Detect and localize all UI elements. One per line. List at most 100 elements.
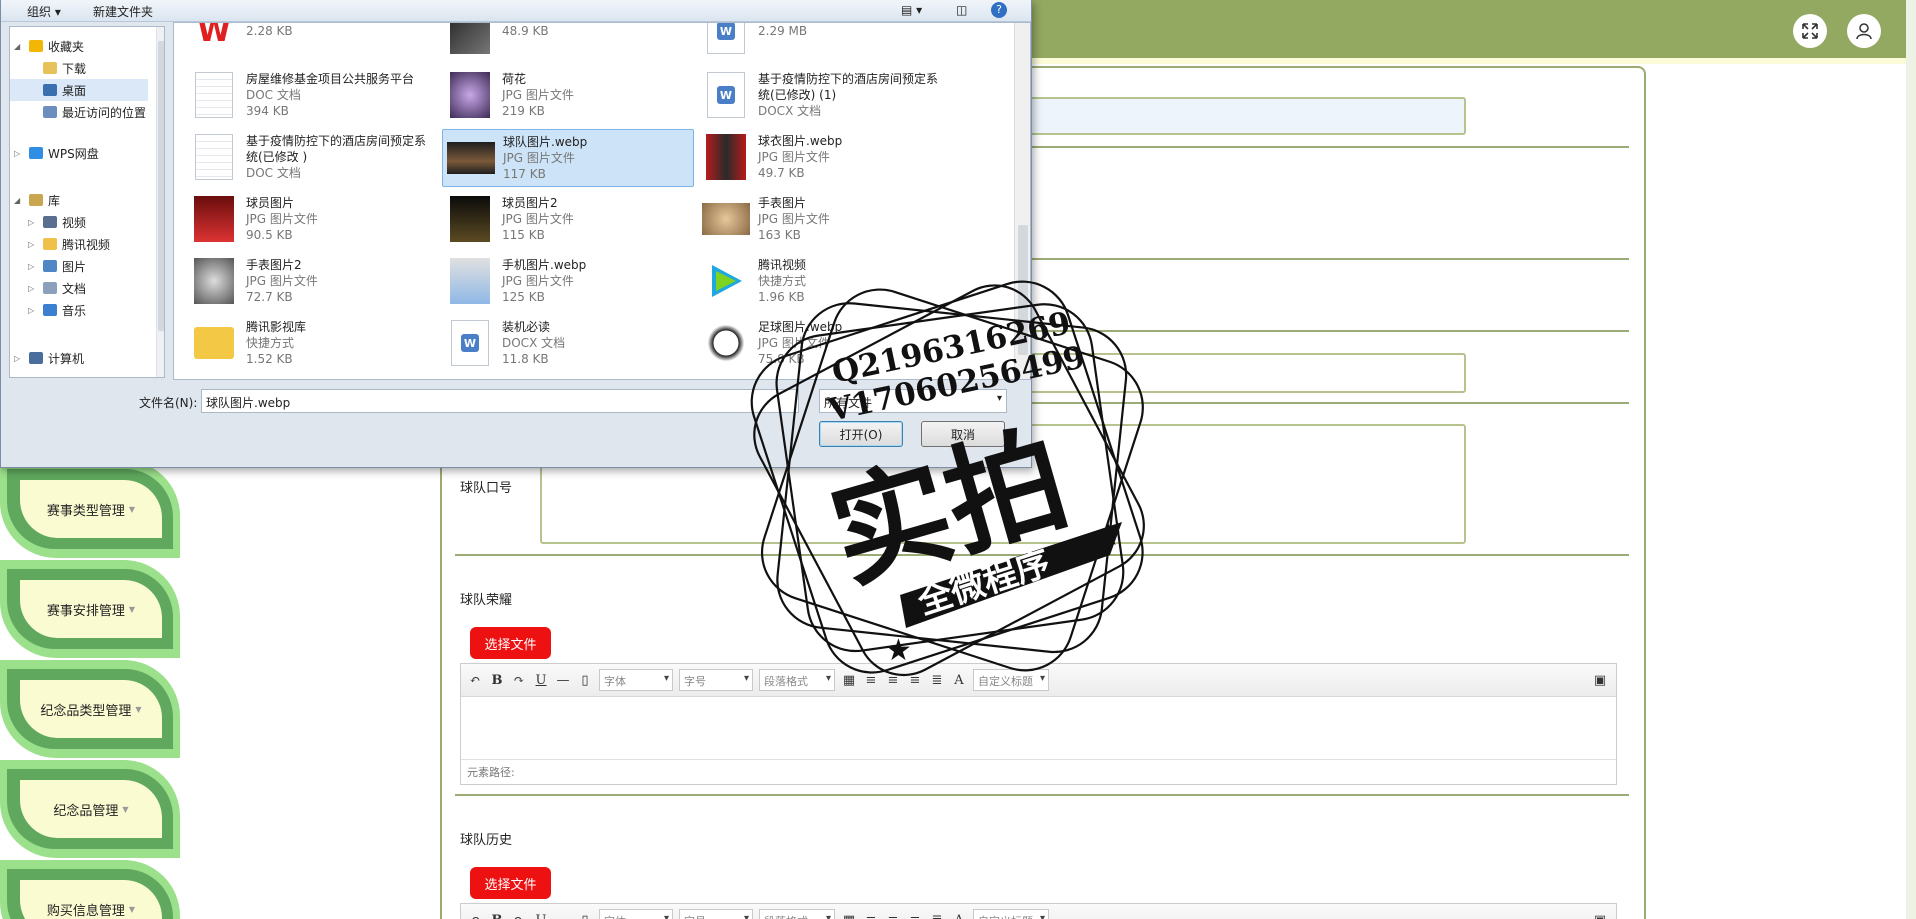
computer-icon [29, 352, 43, 364]
nav-item[interactable]: ▷ 视频 [10, 211, 86, 233]
file-size: 49.7 KB [758, 166, 805, 180]
file-name: 房屋维修基金项目公共服务平台 [246, 72, 415, 86]
undo-icon[interactable]: ↶ [467, 913, 483, 919]
expand-arrow-icon[interactable]: ◢ [14, 42, 24, 51]
font-select[interactable]: 字体 [599, 909, 673, 919]
underline-icon[interactable]: U [533, 913, 549, 919]
file-item[interactable]: 基于疫情防控下的酒店房间预定系统(已修改 ) DOC 文档 [186, 129, 438, 187]
svg-text:★: ★ [885, 633, 912, 668]
expand-arrow-icon[interactable]: ▷ [28, 218, 38, 227]
file-size: 90.5 KB [246, 228, 293, 242]
nav-item[interactable]: ▷ 图片 [10, 255, 86, 277]
preview-pane-icon[interactable]: ◫ [956, 3, 967, 17]
nav-item[interactable]: ◢ 收藏夹 [10, 35, 84, 57]
expand-arrow-icon[interactable]: ▷ [28, 306, 38, 315]
undo-icon[interactable]: ↶ [467, 673, 483, 688]
align-center-icon[interactable]: ≡ [907, 913, 923, 919]
choose-file-button[interactable]: 选择文件 [470, 627, 551, 659]
page-icon[interactable]: ▯ [577, 673, 593, 688]
nav-item[interactable]: 最近访问的位置 [10, 101, 146, 123]
fullscreen-icon[interactable] [1793, 14, 1827, 48]
page-icon[interactable]: ▯ [577, 913, 593, 919]
font-color-icon[interactable]: A [951, 913, 967, 919]
file-item[interactable]: W 装机必读 DOCX 文档 11.8 KB [442, 315, 694, 373]
nav-item[interactable]: ▷ 音乐 [10, 299, 86, 321]
user-icon[interactable] [1847, 14, 1881, 48]
rich-text-editor[interactable]: ↶ B ↷ U — ▯ 字体 字号 段落格式 ▦ ≡ ≡ ≡ ≣ A 自定义标题… [460, 903, 1617, 919]
redo-icon[interactable]: ↷ [511, 913, 527, 919]
justify-icon[interactable]: ≣ [929, 913, 945, 919]
sidebar-item-event-type[interactable]: 赛事类型管理 ▼ [0, 460, 180, 558]
file-item[interactable]: W 快捷方式2.28 KB [186, 23, 438, 61]
nav-scrollbar[interactable] [156, 27, 164, 377]
cloud-icon [29, 147, 43, 159]
file-size: 219 KB [502, 104, 545, 118]
caret-down-icon: ▼ [128, 604, 136, 614]
file-item[interactable]: W DOCX 文档2.29 MB [698, 23, 950, 61]
bold-icon[interactable]: B [489, 913, 505, 919]
team-name-input[interactable] [1000, 97, 1466, 135]
expand-arrow-icon[interactable]: ▷ [28, 284, 38, 293]
font-select[interactable]: 字体 [599, 669, 673, 691]
file-item[interactable]: 球员图片2 JPG 图片文件 115 KB [442, 191, 694, 249]
expand-arrow-icon[interactable]: ▷ [28, 262, 38, 271]
align-left-icon[interactable]: ≡ [863, 913, 879, 919]
redo-icon[interactable]: ↷ [511, 673, 527, 688]
team-slogan-label: 球队口号 [460, 481, 513, 496]
expand-arrow-icon[interactable]: ▷ [14, 354, 24, 363]
nav-item-label: 腾讯视频 [62, 237, 111, 252]
file-info: 手表图片2 JPG 图片文件 72.7 KB [246, 257, 318, 305]
file-item[interactable]: 房屋维修基金项目公共服务平台 DOC 文档 394 KB [186, 67, 438, 125]
sidebar-item-souvenir-type[interactable]: 纪念品类型管理 ▼ [0, 660, 180, 758]
help-icon[interactable]: ? [991, 2, 1007, 18]
desktop-icon [43, 84, 57, 96]
fullscreen-editor-icon[interactable]: ▣ [1592, 673, 1608, 688]
nav-item[interactable]: 下载 [10, 57, 86, 79]
custom-title-select[interactable]: 自定义标题 [973, 909, 1049, 919]
align-right-icon[interactable]: ≡ [885, 913, 901, 919]
nav-item[interactable]: ◢ 库 [10, 189, 60, 211]
sidebar-item-purchase[interactable]: 购买信息管理 ▼ [0, 860, 180, 919]
video-icon [43, 216, 57, 228]
organize-menu[interactable]: 组织 ▾ [27, 3, 61, 20]
sidebar-item-event-schedule[interactable]: 赛事安排管理 ▼ [0, 560, 180, 658]
file-type: JPG 图片文件 [758, 150, 830, 164]
file-item[interactable]: 球衣图片.webp JPG 图片文件 49.7 KB [698, 129, 950, 187]
sidebar-item-souvenir[interactable]: 纪念品管理 ▼ [0, 760, 180, 858]
file-size: 48.9 KB [502, 24, 549, 38]
expand-arrow-icon[interactable]: ▷ [14, 149, 24, 158]
bold-icon[interactable]: B [489, 673, 505, 688]
nav-item-label: 库 [48, 193, 61, 208]
filename-input[interactable]: 球队图片.webp [201, 389, 799, 413]
paragraph-select[interactable]: 段落格式 [759, 909, 835, 919]
file-name: 球队图片.webp [503, 135, 588, 149]
horizontal-rule-icon[interactable]: — [555, 913, 571, 919]
table-icon[interactable]: ▦ [841, 913, 857, 919]
file-item[interactable]: 荷花 JPG 图片文件 219 KB [442, 67, 694, 125]
new-folder-button[interactable]: 新建文件夹 [93, 3, 153, 20]
file-name: 球员图片2 [502, 196, 558, 210]
file-item[interactable]: 手机图片.webp JPG 图片文件 125 KB [442, 253, 694, 311]
expand-arrow-icon[interactable]: ◢ [14, 196, 24, 205]
horizontal-rule-icon[interactable]: — [555, 673, 571, 688]
choose-file-button[interactable]: 选择文件 [470, 867, 551, 899]
file-item[interactable]: JPG 图片文件48.9 KB [442, 23, 694, 61]
file-item[interactable]: W 基于疫情防控下的酒店房间预定系统(已修改) (1) DOCX 文档 [698, 67, 950, 125]
fullscreen-editor-icon[interactable]: ▣ [1592, 913, 1608, 919]
file-item[interactable]: 腾讯影视库 快捷方式 1.52 KB [186, 315, 438, 373]
page-scrollbar[interactable] [1906, 0, 1916, 919]
file-item[interactable]: 球队图片.webp JPG 图片文件 117 KB [442, 129, 694, 187]
file-item[interactable]: 手表图片2 JPG 图片文件 72.7 KB [186, 253, 438, 311]
nav-item[interactable]: ▷ WPS网盘 [10, 142, 99, 164]
expand-arrow-icon[interactable]: ▷ [28, 240, 38, 249]
view-options-icon[interactable]: ▤ ▾ [901, 3, 922, 17]
underline-icon[interactable]: U [533, 673, 549, 688]
file-item[interactable]: 球员图片 JPG 图片文件 90.5 KB [186, 191, 438, 249]
nav-item[interactable]: ▷ 腾讯视频 [10, 233, 110, 255]
nav-item[interactable]: ▷ 计算机 [10, 347, 84, 369]
file-item[interactable]: 手表图片 JPG 图片文件 163 KB [698, 191, 950, 249]
nav-item[interactable]: ▷ 文档 [10, 277, 86, 299]
font-size-select[interactable]: 字号 [679, 909, 753, 919]
file-type: DOC 文档 [246, 88, 301, 102]
nav-item[interactable]: 桌面 [10, 79, 148, 101]
